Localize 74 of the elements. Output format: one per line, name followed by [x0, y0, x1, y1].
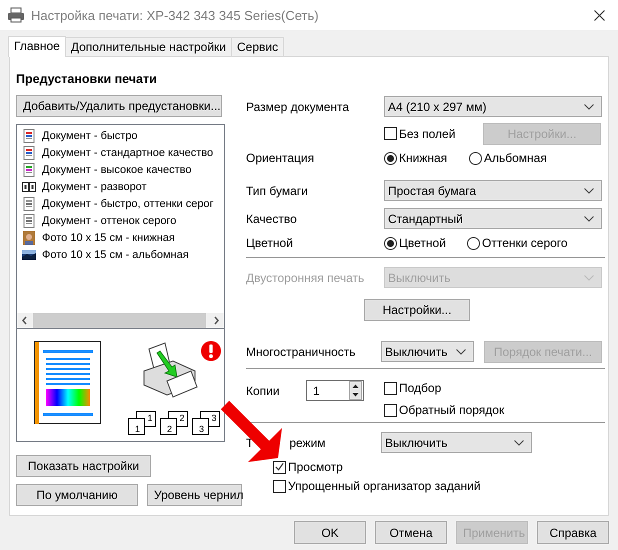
quality-dropdown[interactable]: Стандартный [384, 208, 602, 229]
checkbox[interactable] [384, 382, 397, 394]
printer-icon [7, 7, 25, 23]
radio-label: Альбомная [484, 151, 547, 165]
ink-levels-button[interactable]: Уровень чернил [147, 484, 242, 506]
checkbox-label: Просмотр [288, 460, 343, 474]
chevron-down-icon [456, 348, 466, 354]
printer-drawing [143, 341, 199, 399]
checkbox-label: Без полей [399, 126, 456, 140]
document-icon [22, 196, 36, 210]
preset-item[interactable]: Фото 10 x 15 см - книжная [42, 232, 175, 244]
checkbox[interactable] [384, 127, 397, 140]
radio-button[interactable] [469, 152, 482, 164]
preset-item[interactable]: Фото 10 x 15 см - альбомная [42, 248, 189, 260]
field-label: Качество [246, 212, 298, 226]
photo-icon [22, 230, 36, 244]
document-icon [22, 146, 36, 160]
field-label: Двусторонняя печать [246, 270, 366, 284]
field-label: Размер документа [246, 100, 350, 114]
checkbox-label: Упрощенный организатор заданий [288, 479, 481, 493]
preset-item[interactable]: Документ - стандартное качество [42, 146, 214, 158]
horizontal-scrollbar[interactable] [17, 313, 224, 329]
quiet-mode-dropdown[interactable]: Выключить [381, 432, 532, 453]
preset-item[interactable]: Документ - высокое качество [42, 164, 192, 176]
section-heading: Предустановки печати [16, 72, 158, 88]
checkbox[interactable] [384, 404, 397, 416]
checkbox[interactable] [273, 480, 286, 492]
field-label: Тип бумаги [246, 184, 309, 198]
close-icon[interactable] [594, 10, 605, 20]
tab[interactable]: Главное [8, 36, 66, 57]
preset-item[interactable]: Документ - быстро [42, 130, 138, 142]
multipage-dropdown[interactable]: Выключить [381, 341, 474, 362]
chevron-down-icon [584, 104, 594, 110]
chevron-down-icon [584, 216, 594, 222]
copies-input[interactable]: 1 [306, 380, 364, 401]
pages-icon [22, 180, 36, 194]
radio-label: Цветной [399, 236, 446, 250]
chevron-down-icon [584, 274, 594, 280]
dialog-button[interactable]: OK [294, 521, 366, 544]
show-settings-button[interactable]: Показать настройки [16, 455, 151, 477]
preset-item[interactable]: Документ - оттенок серого [42, 214, 176, 226]
error-icon [201, 341, 221, 361]
document-size-dropdown[interactable]: A4 (210 x 297 мм) [384, 96, 602, 117]
field-label: Цветной [246, 236, 294, 250]
paper-type-dropdown[interactable]: Простая бумага [384, 180, 602, 201]
defaults-button[interactable]: По умолчанию [16, 484, 138, 506]
field-label: Копии [246, 384, 281, 398]
photo-icon [22, 248, 36, 262]
document-icon [22, 128, 36, 142]
add-remove-presets-button[interactable]: Добавить/Удалить предустановки... [16, 95, 222, 117]
field-label: Ориентация [246, 151, 316, 165]
dialog-button[interactable]: Справка [537, 521, 609, 544]
radio-label: Книжная [399, 151, 448, 165]
field-label: Многостраничность [246, 344, 357, 358]
tab[interactable]: Сервис [231, 37, 284, 56]
duplex-settings-button[interactable]: Настройки... [364, 298, 470, 320]
field-label: режим [289, 436, 326, 450]
radio-label: Оттенки серого [482, 236, 568, 250]
document-icon [22, 162, 36, 176]
checkbox-label: Обратный порядок [399, 403, 504, 417]
chevron-down-icon [584, 188, 594, 194]
checkbox-label: Подбор [399, 381, 442, 395]
radio-button[interactable] [384, 236, 397, 250]
radio-button[interactable] [467, 236, 480, 250]
checkbox[interactable] [273, 460, 286, 474]
chevron-down-icon [514, 440, 524, 446]
spinner-icon[interactable] [349, 381, 362, 400]
document-icon [22, 214, 36, 228]
dialog-button[interactable]: Отмена [375, 521, 447, 544]
preset-item[interactable]: Документ - разворот [42, 180, 147, 192]
window-title: Настройка печати: XP-342 343 345 Series(Сеть) [31, 8, 320, 22]
radio-button[interactable] [384, 152, 397, 164]
tab[interactable]: Дополнительные настройки [64, 37, 232, 56]
preset-item[interactable]: Документ - быстро, оттенки серог [42, 198, 214, 210]
